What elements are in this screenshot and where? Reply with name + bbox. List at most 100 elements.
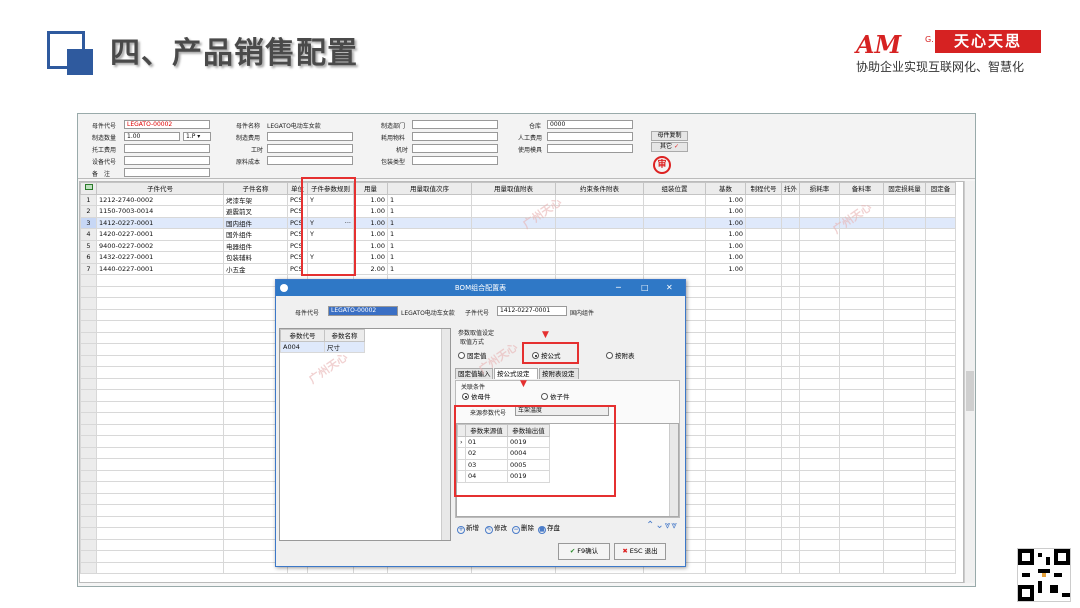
dlg-child-code-field[interactable]: 1412-0227-0001 <box>497 306 567 316</box>
process-code[interactable] <box>745 239 782 252</box>
component-code[interactable] <box>96 423 224 436</box>
fixed-loss[interactable] <box>883 366 926 379</box>
radio-by-parent[interactable]: 依母件 <box>462 391 491 401</box>
prep-rate[interactable] <box>839 308 884 321</box>
outsource[interactable] <box>781 481 800 494</box>
row-number[interactable] <box>80 492 97 505</box>
fixed-prep[interactable] <box>925 412 956 425</box>
outsource[interactable] <box>781 228 800 241</box>
base-qty[interactable] <box>705 274 746 287</box>
base-qty[interactable] <box>705 550 746 563</box>
warehouse-field[interactable]: 0000 <box>547 120 633 129</box>
prep-rate[interactable] <box>839 251 884 264</box>
column-header[interactable]: 制程代号 <box>745 182 782 195</box>
fixed-loss[interactable] <box>883 492 926 505</box>
usage-qty[interactable]: 1.00 <box>353 239 388 252</box>
constraint-table[interactable] <box>555 205 644 218</box>
component-code[interactable] <box>96 561 224 574</box>
radio-by-child[interactable]: 依子件 <box>541 391 570 401</box>
fixed-loss[interactable] <box>883 538 926 551</box>
base-qty[interactable] <box>705 297 746 310</box>
column-header[interactable]: 约束条件附表 <box>555 182 644 195</box>
component-name[interactable]: 国外组件 <box>223 228 288 241</box>
outsource[interactable] <box>781 423 800 436</box>
table-row[interactable]: 2 1150-7003-0014 避震前叉 PCS 1.00 1 1.00 <box>80 205 956 218</box>
usage-qty[interactable]: 1.00 <box>353 193 388 206</box>
loss-rate[interactable] <box>799 343 840 356</box>
fixed-prep[interactable] <box>925 308 956 321</box>
row-number[interactable] <box>80 446 97 459</box>
prep-rate[interactable] <box>839 412 884 425</box>
assembly-position[interactable] <box>643 205 706 218</box>
process-code[interactable] <box>745 550 782 563</box>
row-number[interactable] <box>80 377 97 390</box>
fixed-prep[interactable] <box>925 469 956 482</box>
base-qty[interactable] <box>705 366 746 379</box>
base-qty[interactable]: 1.00 <box>705 193 746 206</box>
loss-rate[interactable] <box>799 561 840 574</box>
fixed-loss[interactable] <box>883 331 926 344</box>
base-qty[interactable]: 1.00 <box>705 239 746 252</box>
note-field[interactable] <box>124 168 210 177</box>
modify-button[interactable]: ✎ 修改 <box>485 522 507 534</box>
fixed-loss[interactable] <box>883 308 926 321</box>
assembly-position[interactable] <box>643 216 706 229</box>
component-code[interactable] <box>96 538 224 551</box>
row-number[interactable]: 1 <box>80 193 97 206</box>
process-code[interactable] <box>745 354 782 367</box>
fixed-prep[interactable] <box>925 366 956 379</box>
component-code[interactable] <box>96 481 224 494</box>
prep-rate[interactable] <box>839 377 884 390</box>
equip-field[interactable] <box>124 156 210 165</box>
loss-rate[interactable] <box>799 446 840 459</box>
outsource[interactable] <box>781 297 800 310</box>
base-qty[interactable] <box>705 354 746 367</box>
prep-rate[interactable] <box>839 366 884 379</box>
outsource[interactable] <box>781 412 800 425</box>
usage-table[interactable] <box>471 228 556 241</box>
constraint-table[interactable] <box>555 228 644 241</box>
process-code[interactable] <box>745 262 782 275</box>
loss-rate[interactable] <box>799 308 840 321</box>
process-code[interactable] <box>745 412 782 425</box>
process-code[interactable] <box>745 297 782 310</box>
process-code[interactable] <box>745 481 782 494</box>
maximize-icon[interactable]: □ <box>641 280 649 296</box>
outsource[interactable] <box>781 251 800 264</box>
row-number[interactable] <box>80 274 97 287</box>
outsource[interactable] <box>781 538 800 551</box>
component-code[interactable] <box>96 320 224 333</box>
usage-order[interactable]: 1 <box>387 262 472 275</box>
loss-rate[interactable] <box>799 205 840 218</box>
unit-select[interactable]: 1.P ▾ <box>183 132 211 141</box>
usage-qty[interactable]: 1.00 <box>353 205 388 218</box>
copy-parent-button[interactable]: 母件复制 <box>651 131 688 141</box>
usage-table[interactable] <box>471 251 556 264</box>
usage-order[interactable]: 1 <box>387 251 472 264</box>
tab-formula-setting[interactable]: 按公式设定 <box>494 368 538 379</box>
column-header[interactable]: 备料率 <box>839 182 884 195</box>
base-qty[interactable]: 1.00 <box>705 251 746 264</box>
loss-rate[interactable] <box>799 193 840 206</box>
loss-rate[interactable] <box>799 458 840 471</box>
grid-scrollbar[interactable] <box>964 181 975 583</box>
navigation-arrows-icon[interactable]: ⌃⌄⩔⩔ <box>646 520 678 531</box>
fixed-loss[interactable] <box>883 504 926 517</box>
row-number[interactable]: 3 <box>80 216 97 229</box>
usage-qty[interactable]: 1.00 <box>353 216 388 229</box>
base-qty[interactable]: 1.00 <box>705 262 746 275</box>
constraint-table[interactable] <box>555 193 644 206</box>
column-header[interactable]: 基数 <box>705 182 746 195</box>
base-qty[interactable] <box>705 515 746 528</box>
process-code[interactable] <box>745 331 782 344</box>
base-qty[interactable] <box>705 308 746 321</box>
column-header[interactable]: 用量取值次序 <box>387 182 472 195</box>
column-header[interactable]: 用量取值附表 <box>471 182 556 195</box>
fixed-loss[interactable] <box>883 446 926 459</box>
fixed-prep[interactable] <box>925 504 956 517</box>
dept-field[interactable] <box>412 120 498 129</box>
component-name[interactable]: 避震前叉 <box>223 205 288 218</box>
table-row[interactable]: 7 1440-0227-0001 小五金 PCS 2.00 1 1.00 <box>80 262 956 275</box>
component-name[interactable]: 电器组件 <box>223 239 288 252</box>
fixed-loss[interactable] <box>883 251 926 264</box>
